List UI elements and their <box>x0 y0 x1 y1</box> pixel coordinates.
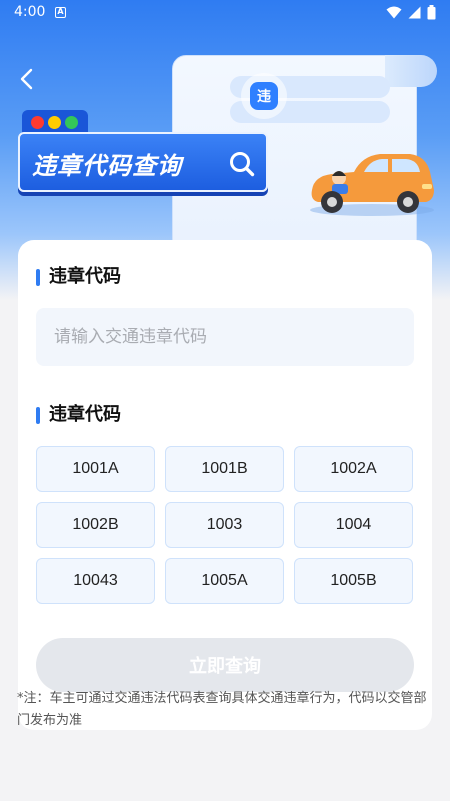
search-icon <box>230 152 255 177</box>
green-dot <box>65 116 78 129</box>
code-grid: 1001A 1001B 1002A 1002B 1003 1004 10043 … <box>36 446 414 604</box>
back-button[interactable] <box>12 64 42 94</box>
signal-icon <box>408 6 421 19</box>
banner-title-box: 违章代码查询 <box>18 132 268 192</box>
status-bar: 4:00 A <box>0 0 450 26</box>
banner-title: 违章代码查询 <box>32 152 182 180</box>
disclaimer-note: *注：车主可通过交通违法代码表查询具体交通违章行为，代码以交管部门发布为准 <box>17 691 427 728</box>
query-now-button[interactable]: 立即查询 <box>36 638 414 692</box>
status-icons <box>386 5 436 20</box>
wifi-icon <box>386 6 402 19</box>
car-illustration <box>310 154 434 216</box>
violation-code-input[interactable] <box>36 308 414 366</box>
code-item[interactable]: 1002B <box>36 502 155 548</box>
code-item[interactable]: 1003 <box>165 502 284 548</box>
notification-icon: A <box>55 7 66 18</box>
code-item[interactable]: 10043 <box>36 558 155 604</box>
code-item[interactable]: 1005B <box>294 558 413 604</box>
code-item[interactable]: 1001A <box>36 446 155 492</box>
paper-roll-illustration <box>385 55 437 87</box>
violation-badge-char: 违 <box>250 82 278 110</box>
code-item[interactable]: 1005A <box>165 558 284 604</box>
yellow-dot <box>48 116 61 129</box>
code-item[interactable]: 1004 <box>294 502 413 548</box>
input-section-title: 违章代码 <box>36 266 121 288</box>
red-dot <box>31 116 44 129</box>
code-item[interactable]: 1002A <box>294 446 413 492</box>
chevron-left-icon <box>20 68 33 90</box>
codes-section-title: 违章代码 <box>36 404 121 426</box>
violation-badge-icon: 违 <box>241 73 287 119</box>
query-card: 违章代码 违章代码 1001A 1001B 1002A 1002B 1003 1… <box>18 240 432 730</box>
status-time: 4:00 <box>14 4 46 20</box>
code-item[interactable]: 1001B <box>165 446 284 492</box>
battery-icon <box>427 5 436 20</box>
